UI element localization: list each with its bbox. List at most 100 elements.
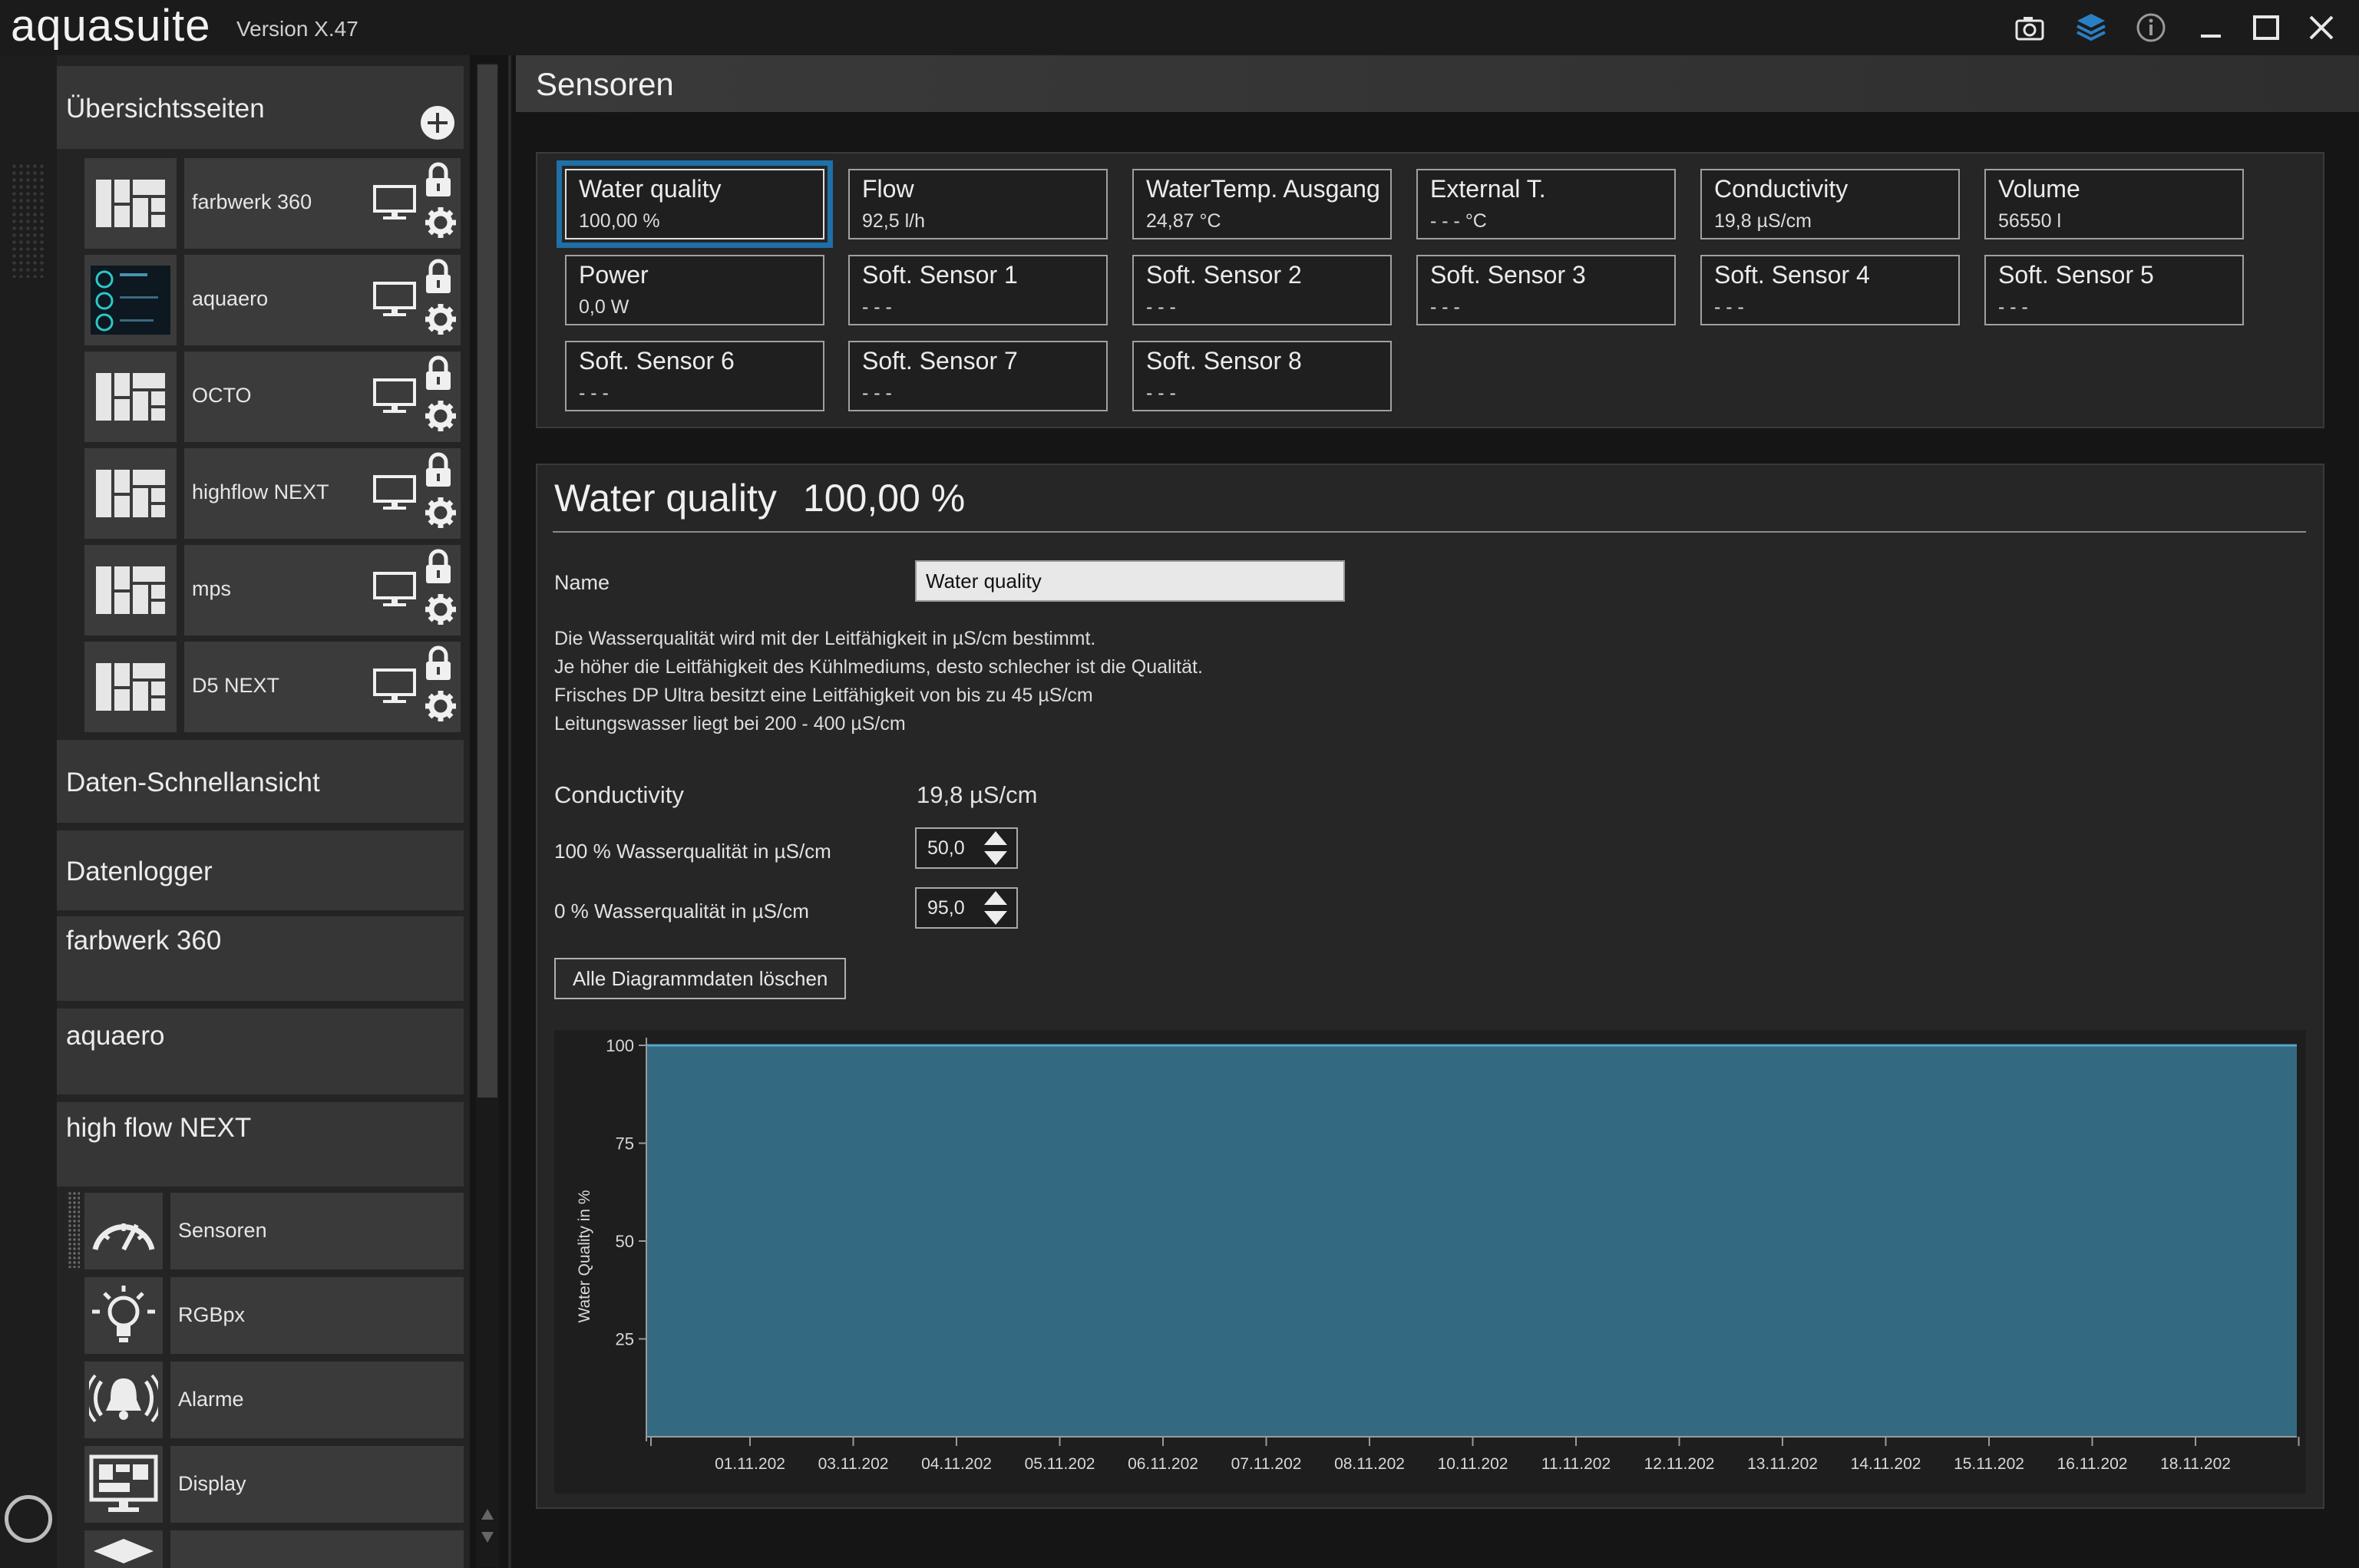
lock-icon[interactable] [424,548,453,585]
monitor-icon[interactable] [372,184,417,221]
sensor-tile-name: Conductivity [1714,175,1849,203]
overview-page-item-octo[interactable]: OCTO [184,352,461,442]
sensor-tile[interactable]: Soft. Sensor 6 - - - [565,341,824,411]
monitor-icon[interactable] [372,474,417,511]
gear-icon[interactable] [424,593,458,626]
lock-icon[interactable] [424,355,453,391]
gear-icon[interactable] [424,302,458,336]
sensor-tile[interactable]: WaterTemp. Ausgang 24,87 °C [1132,169,1392,239]
display-icon[interactable] [84,1446,163,1523]
sidebar-scrollbar-thumb[interactable] [477,64,497,1098]
overview-page-item-d5-next[interactable]: D5 NEXT [184,642,461,732]
sensor-tile[interactable]: Water quality 100,00 % [557,160,833,248]
sensor-tile[interactable]: Soft. Sensor 1 - - - [848,255,1108,325]
camera-icon[interactable] [2011,9,2048,46]
sensor-tile-name: Soft. Sensor 8 [1146,347,1302,375]
more-nav-item-icon[interactable] [84,1530,163,1568]
dashboard-layout-icon [96,180,165,227]
conductivity-value: 19,8 µS/cm [917,781,1038,808]
description-line: Je höher die Leitfähigkeit des Kühlmediu… [554,656,1203,678]
alarm-bell-icon[interactable] [84,1362,163,1438]
drag-handle[interactable] [68,1191,80,1268]
sensor-tile-name: Soft. Sensor 2 [1146,261,1302,289]
stepper-up-icon[interactable] [984,831,1007,845]
overview-page-item-highflow-next[interactable]: highflow NEXT [184,448,461,539]
overview-page-thumbnail[interactable] [84,545,177,635]
gear-icon[interactable] [424,399,458,433]
datalogger-section[interactable]: Datenlogger [57,830,464,910]
overview-page-item-aquaero[interactable]: aquaero [184,255,461,345]
lightbulb-icon[interactable] [84,1277,163,1354]
quick-view-section[interactable]: Daten-Schnellansicht [57,740,464,823]
chart-svg: 100 75 50 25 Water Quality in % 01.11.202 03.1… [576,1036,2300,1473]
sensor-tile-name: Soft. Sensor 7 [862,347,1018,375]
nav-item-display[interactable]: Display [170,1446,464,1523]
overview-page-item-farbwerk-360[interactable]: farbwerk 360 [184,158,461,249]
info-icon[interactable] [2133,9,2169,46]
chart-y-axis-label: Water Quality in % [576,1190,593,1322]
q100-stepper[interactable]: 50,0 [915,827,1018,869]
lock-icon[interactable] [424,258,453,295]
device-section-high-flow-next[interactable]: high flow NEXT [57,1102,464,1187]
overview-page-thumbnail[interactable] [84,158,177,249]
water-quality-chart[interactable]: 100 75 50 25 Water Quality in % 01.11.202 03.1… [554,1030,2306,1494]
lock-icon[interactable] [424,645,453,682]
overview-page-thumbnail[interactable] [84,642,177,732]
description-line: Leitungswasser liegt bei 200 - 400 µS/cm [554,713,906,734]
sensor-tile[interactable]: Soft. Sensor 3 - - - [1416,255,1676,325]
sensor-tile[interactable]: Conductivity 19,8 µS/cm [1700,169,1960,239]
gear-icon[interactable] [424,496,458,530]
nav-item-rgbpx[interactable]: RGBpx [170,1277,464,1354]
monitor-icon[interactable] [372,281,417,318]
nav-item-sensoren[interactable]: Sensoren [170,1193,464,1269]
aquacomputer-logo-icon [5,1495,52,1543]
lock-icon[interactable] [424,161,453,198]
overview-page-thumbnail[interactable] [84,448,177,539]
monitor-icon[interactable] [372,571,417,608]
nav-item-partial[interactable] [170,1530,464,1568]
sensor-tile[interactable]: External T. - - - °C [1416,169,1676,239]
clear-chart-data-button[interactable]: Alle Diagrammdaten löschen [554,958,847,999]
sensor-tile-name: Soft. Sensor 4 [1714,261,1870,289]
sensor-tile[interactable]: Soft. Sensor 8 - - - [1132,341,1392,411]
sensor-tile[interactable]: Soft. Sensor 2 - - - [1132,255,1392,325]
chart-x-tick-label: 15.11.202 [1954,1455,2024,1473]
sensor-tile[interactable]: Volume 56550 l [1984,169,2244,239]
stepper-down-icon[interactable] [984,851,1007,865]
lock-icon[interactable] [424,451,453,488]
sensor-tile[interactable]: Flow 92,5 l/h [848,169,1108,239]
overview-page-thumbnail[interactable] [84,352,177,442]
monitor-icon[interactable] [372,668,417,705]
sensor-tile[interactable]: Power 0,0 W [565,255,824,325]
nav-item-label: RGBpx [178,1303,246,1326]
overview-page-item-mps[interactable]: mps [184,545,461,635]
gauge-icon[interactable] [84,1193,163,1269]
device-section-farbwerk-360[interactable]: farbwerk 360 [57,916,464,1001]
stepper-up-icon[interactable] [984,891,1007,905]
sensor-detail-panel: Water quality 100,00 % Name Die Wasserqua… [536,464,2324,1509]
stepper-down-icon[interactable] [984,911,1007,925]
maximize-icon[interactable] [2248,9,2285,46]
dashboard-layout-icon [96,470,165,517]
gear-icon[interactable] [424,689,458,723]
dashboard-layout-icon [96,663,165,711]
q0-stepper[interactable]: 95,0 [915,887,1018,929]
nav-item-alarme[interactable]: Alarme [170,1362,464,1438]
add-overview-page-icon[interactable] [419,104,456,145]
pane-divider[interactable] [508,55,511,1568]
sensor-tile[interactable]: Soft. Sensor 7 - - - [848,341,1108,411]
gear-icon[interactable] [424,206,458,239]
overview-pages-header[interactable]: Übersichtsseiten [57,66,464,149]
close-icon[interactable] [2303,9,2340,46]
overview-page-thumbnail[interactable] [84,255,177,345]
sensor-tile[interactable]: Soft. Sensor 5 - - - [1984,255,2244,325]
sensor-tile-name: Flow [862,175,914,203]
device-section-aquaero[interactable]: aquaero [57,1008,464,1094]
layers-icon[interactable] [2073,9,2110,46]
monitor-icon[interactable] [372,378,417,414]
sensor-tile[interactable]: Soft. Sensor 4 - - - [1700,255,1960,325]
sensor-name-input[interactable] [915,560,1345,602]
description-line: Die Wasserqualität wird mit der Leitfähi… [554,628,1096,649]
minimize-icon[interactable] [2192,9,2229,46]
sidebar-scroll-arrows[interactable] [476,1504,499,1558]
